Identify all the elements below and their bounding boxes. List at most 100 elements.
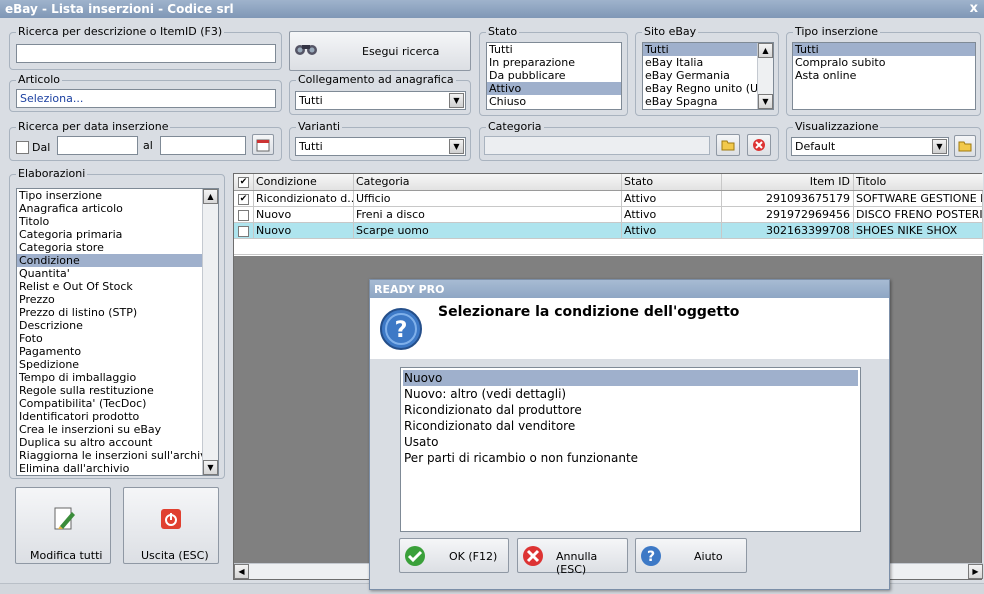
- elaborazione-item[interactable]: Regole sulla restituzione: [17, 384, 202, 397]
- ok-button[interactable]: OK (F12): [399, 538, 509, 573]
- list-item[interactable]: Da pubblicare: [487, 69, 621, 82]
- condition-option[interactable]: Nuovo: altro (vedi dettagli): [403, 386, 858, 402]
- elaborazione-item[interactable]: Foto: [17, 332, 202, 345]
- elaborazione-item[interactable]: Relist e Out Of Stock: [17, 280, 202, 293]
- list-item[interactable]: eBay Spagna: [643, 95, 773, 108]
- stato-list[interactable]: Tutti In preparazione Da pubblicare Atti…: [486, 42, 622, 110]
- elaborazione-item[interactable]: Prezzo: [17, 293, 202, 306]
- condition-option[interactable]: Nuovo: [403, 370, 858, 386]
- condition-option[interactable]: Ricondizionato dal produttore: [403, 402, 858, 418]
- close-button[interactable]: x: [970, 1, 978, 16]
- varianti-value: Tutti: [299, 140, 323, 153]
- condition-list[interactable]: Nuovo Nuovo: altro (vedi dettagli) Ricondi…: [400, 367, 861, 532]
- svg-text:?: ?: [647, 549, 655, 565]
- elaborazioni-scrollbar[interactable]: ▲ ▼: [202, 189, 218, 475]
- elaborazione-item[interactable]: Titolo: [17, 215, 202, 228]
- table-row[interactable]: Nuovo Freni a disco Attivo 291972969456 DISC…: [234, 207, 983, 223]
- annulla-button[interactable]: Annulla (ESC): [517, 538, 628, 576]
- stato-label: Stato: [486, 25, 520, 38]
- dal-checkbox[interactable]: [16, 141, 29, 154]
- condition-option[interactable]: Per parti di ricambio o non funzionante: [403, 450, 858, 466]
- checkbox-cell[interactable]: ✔: [234, 191, 254, 207]
- elaborazioni-list[interactable]: Tipo inserzione Anagrafica articolo Titolo…: [16, 188, 219, 476]
- list-item[interactable]: Compralo subito: [793, 56, 975, 69]
- elaborazione-item[interactable]: Riaggiorna le inserzioni sull'archivio: [17, 449, 216, 462]
- collegamento-combo[interactable]: Tutti ▼: [295, 91, 466, 110]
- header-checkbox[interactable]: ✔: [234, 174, 254, 190]
- aiuto-button[interactable]: ? Aiuto: [635, 538, 747, 573]
- list-item[interactable]: In preparazione: [487, 56, 621, 69]
- elaborazione-item[interactable]: Elimina dall'archivio: [17, 462, 202, 475]
- list-item[interactable]: eBay Italia: [643, 56, 773, 69]
- search-input[interactable]: [16, 44, 276, 63]
- scroll-left-icon[interactable]: ◀: [234, 564, 249, 579]
- column-header[interactable]: Categoria: [354, 174, 622, 190]
- elaborazione-item[interactable]: Prezzo di listino (STP): [17, 306, 202, 319]
- varianti-combo[interactable]: Tutti ▼: [295, 137, 466, 156]
- sito-scrollbar[interactable]: ▲ ▼: [757, 43, 773, 109]
- elaborazione-item[interactable]: Crea le inserzioni su eBay: [17, 423, 202, 436]
- chevron-down-icon[interactable]: ▼: [449, 139, 464, 154]
- column-header[interactable]: Item ID: [722, 174, 854, 190]
- categoria-group: Categoria: [479, 120, 779, 161]
- window-title: eBay - Lista inserzioni - Codice srl: [5, 2, 234, 16]
- elaborazione-item[interactable]: Descrizione: [17, 319, 202, 332]
- column-header[interactable]: Titolo: [854, 174, 983, 190]
- list-item[interactable]: Tutti: [793, 43, 975, 56]
- list-item[interactable]: Chiuso: [487, 95, 621, 108]
- scroll-up-icon[interactable]: ▲: [203, 189, 218, 204]
- elaborazione-item[interactable]: Identificatori prodotto: [17, 410, 202, 423]
- list-item[interactable]: Asta online: [793, 69, 975, 82]
- elaborazione-item[interactable]: Categoria store: [17, 241, 202, 254]
- table-row[interactable]: ✔ Ricondizionato d... Ufficio Attivo 2910936…: [234, 191, 983, 207]
- column-header[interactable]: Stato: [622, 174, 722, 190]
- chevron-down-icon[interactable]: ▼: [449, 93, 464, 108]
- row-checkbox[interactable]: [238, 209, 249, 221]
- dal-input[interactable]: [57, 136, 138, 155]
- scroll-up-icon[interactable]: ▲: [758, 43, 773, 58]
- list-item[interactable]: Tutti: [487, 43, 621, 56]
- row-checkbox[interactable]: ✔: [238, 193, 249, 205]
- elaborazione-item[interactable]: Compatibilita' (TecDoc): [17, 397, 202, 410]
- tipo-list[interactable]: Tutti Compralo subito Asta online: [792, 42, 976, 110]
- articolo-select[interactable]: Seleziona...: [16, 89, 276, 108]
- list-item[interactable]: Tutti: [643, 43, 757, 56]
- calendar-button[interactable]: [252, 134, 274, 155]
- elaborazione-item[interactable]: Quantita': [17, 267, 202, 280]
- articolo-group: Articolo Seleziona...: [9, 73, 282, 112]
- elaborazione-item[interactable]: Tipo inserzione: [17, 189, 202, 202]
- row-checkbox[interactable]: [238, 225, 249, 237]
- elaborazione-item[interactable]: Condizione: [17, 254, 202, 267]
- list-item[interactable]: eBay Germania: [643, 69, 773, 82]
- categoria-input[interactable]: [484, 136, 710, 155]
- visualizzazione-combo[interactable]: Default ▼: [791, 137, 949, 156]
- elaborazione-item[interactable]: Spedizione: [17, 358, 202, 371]
- sito-list[interactable]: Tutti eBay Italia eBay Germania eBay Reg…: [642, 42, 774, 110]
- chevron-down-icon[interactable]: ▼: [932, 139, 947, 154]
- data-group: Ricerca per data inserzione Dal al: [9, 120, 282, 161]
- condition-option[interactable]: Ricondizionato dal venditore: [403, 418, 858, 434]
- categoria-browse-button[interactable]: [716, 134, 740, 156]
- data-label: Ricerca per data inserzione: [16, 120, 171, 133]
- elaborazione-item[interactable]: Categoria primaria: [17, 228, 202, 241]
- categoria-clear-button[interactable]: [747, 134, 771, 156]
- search-button[interactable]: Esegui ricerca: [289, 31, 471, 71]
- visualizzazione-folder-button[interactable]: [954, 135, 976, 157]
- condition-option[interactable]: Usato: [403, 434, 858, 450]
- scroll-down-icon[interactable]: ▼: [758, 94, 773, 109]
- list-item[interactable]: Attivo: [487, 82, 621, 95]
- elaborazione-item[interactable]: Tempo di imballaggio: [17, 371, 202, 384]
- table-row[interactable]: Nuovo Scarpe uomo Attivo 302163399708 SHOES …: [234, 223, 983, 239]
- scroll-right-icon[interactable]: ▶: [968, 564, 983, 579]
- list-item[interactable]: eBay Regno unito (UK): [643, 82, 773, 95]
- checkbox-cell[interactable]: [234, 207, 254, 223]
- modifica-tutti-button[interactable]: Modifica tutti: [15, 487, 111, 564]
- column-header[interactable]: Condizione: [254, 174, 354, 190]
- checkbox-cell[interactable]: [234, 223, 254, 239]
- elaborazione-item[interactable]: Pagamento: [17, 345, 202, 358]
- scroll-down-icon[interactable]: ▼: [203, 460, 218, 475]
- elaborazione-item[interactable]: Duplica su altro account: [17, 436, 202, 449]
- al-input[interactable]: [160, 136, 246, 155]
- elaborazione-item[interactable]: Anagrafica articolo: [17, 202, 202, 215]
- uscita-button[interactable]: Uscita (ESC): [123, 487, 219, 564]
